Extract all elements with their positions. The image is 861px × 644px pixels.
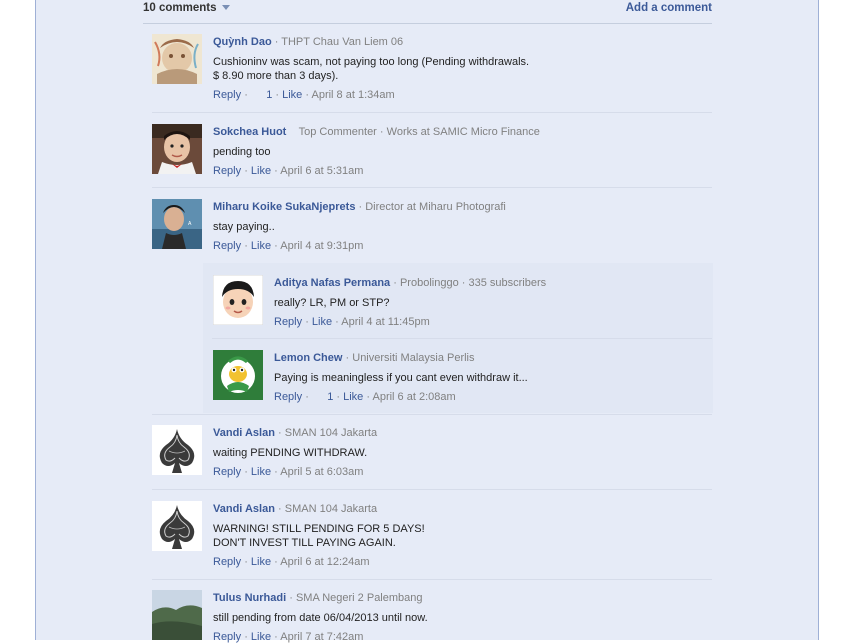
reply-link[interactable]: Reply (274, 391, 302, 403)
avatar[interactable]: A (152, 199, 202, 249)
commenter-name[interactable]: Tulus Nurhadi (213, 592, 286, 604)
commenter-affiliation[interactable]: Universiti Malaysia Perlis (352, 352, 474, 364)
commenter-name[interactable]: Sokchea Huot (213, 126, 286, 138)
comment-text: Paying is meaningless if you cant even w… (274, 372, 528, 384)
comment-timestamp[interactable]: April 8 at 1:34am (312, 89, 395, 101)
comment-text: really? LR, PM or STP? (274, 297, 390, 309)
comment-timestamp[interactable]: April 6 at 2:08am (373, 391, 456, 403)
like-link[interactable]: Like (343, 391, 363, 403)
divider (152, 414, 712, 415)
like-link[interactable]: Like (251, 466, 271, 478)
comment-timestamp[interactable]: April 4 at 11:45pm (341, 316, 429, 328)
commenter-affiliation[interactable]: SMA Negeri 2 Palembang (296, 592, 423, 604)
top-commenter-badge: Top Commenter (298, 126, 377, 138)
commenter-affiliation[interactable]: Director at Miharu Photografi (365, 201, 506, 213)
reply-link[interactable]: Reply (213, 240, 241, 252)
comment-text: Cushioninv was scam, not paying too long… (213, 56, 530, 82)
svg-text:A: A (188, 221, 192, 227)
commenter-name[interactable]: Quỳnh Dao (213, 36, 272, 48)
divider (152, 579, 712, 580)
reply-link[interactable]: Reply (274, 316, 302, 328)
avatar[interactable] (213, 350, 263, 400)
like-link[interactable]: Like (251, 556, 271, 568)
reply-link[interactable]: Reply (213, 165, 241, 177)
like-link[interactable]: Like (251, 240, 271, 252)
comment-text: WARNING! STILL PENDING FOR 5 DAYS! DON'T… (213, 523, 425, 549)
like-link[interactable]: Like (282, 89, 302, 101)
comment-timestamp[interactable]: April 7 at 7:42am (280, 631, 363, 643)
add-comment-link[interactable]: Add a comment (626, 2, 712, 14)
like-link[interactable]: Like (251, 165, 271, 177)
divider (152, 112, 712, 113)
avatar[interactable] (213, 275, 263, 325)
comment-text: waiting PENDING WITHDRAW. (213, 447, 368, 459)
commenter-affiliation[interactable]: SMAN 104 Jakarta (285, 427, 377, 439)
comment-count[interactable]: 10 comments (143, 2, 230, 14)
comment-timestamp[interactable]: April 4 at 9:31pm (280, 240, 363, 252)
subscriber-count[interactable]: 335 subscribers (468, 277, 546, 289)
comment-timestamp[interactable]: April 6 at 12:24am (280, 556, 369, 568)
comment-text: stay paying.. (213, 221, 275, 233)
commenter-affiliation[interactable]: SMAN 104 Jakarta (285, 503, 377, 515)
chevron-down-icon[interactable] (221, 5, 230, 11)
avatar[interactable] (152, 124, 202, 174)
like-link[interactable]: Like (251, 631, 271, 643)
reply-link[interactable]: Reply (213, 466, 241, 478)
commenter-name[interactable]: Aditya Nafas Permana (274, 277, 390, 289)
like-link[interactable]: Like (312, 316, 332, 328)
avatar[interactable] (152, 425, 202, 475)
commenter-affiliation[interactable]: THPT Chau Van Liem 06 (281, 36, 403, 48)
comment-timestamp[interactable]: April 6 at 5:31am (280, 165, 363, 177)
commenter-name[interactable]: Miharu Koike SukaNjeprets (213, 201, 355, 213)
like-count[interactable]: 1 (266, 89, 272, 101)
commenter-affiliation[interactable]: Probolinggo (400, 277, 459, 289)
avatar[interactable] (152, 501, 202, 551)
comments-header: 10 comments Add a comment (143, 0, 712, 24)
commenter-name[interactable]: Vandi Aslan (213, 427, 275, 439)
reply-link[interactable]: Reply (213, 89, 241, 101)
avatar[interactable] (152, 590, 202, 640)
divider (152, 187, 712, 188)
comment-timestamp[interactable]: April 5 at 6:03am (280, 466, 363, 478)
commenter-name[interactable]: Vandi Aslan (213, 503, 275, 515)
like-count[interactable]: 1 (327, 391, 333, 403)
reply-link[interactable]: Reply (213, 631, 241, 643)
comment-text: still pending from date 06/04/2013 until… (213, 612, 428, 624)
comment-text: pending too (213, 146, 271, 158)
separator-dot: · (274, 36, 279, 48)
divider (212, 338, 712, 339)
reply-link[interactable]: Reply (213, 556, 241, 568)
divider (152, 489, 712, 490)
commenter-name[interactable]: Lemon Chew (274, 352, 342, 364)
avatar[interactable] (152, 34, 202, 84)
commenter-affiliation[interactable]: Works at SAMIC Micro Finance (387, 126, 540, 138)
